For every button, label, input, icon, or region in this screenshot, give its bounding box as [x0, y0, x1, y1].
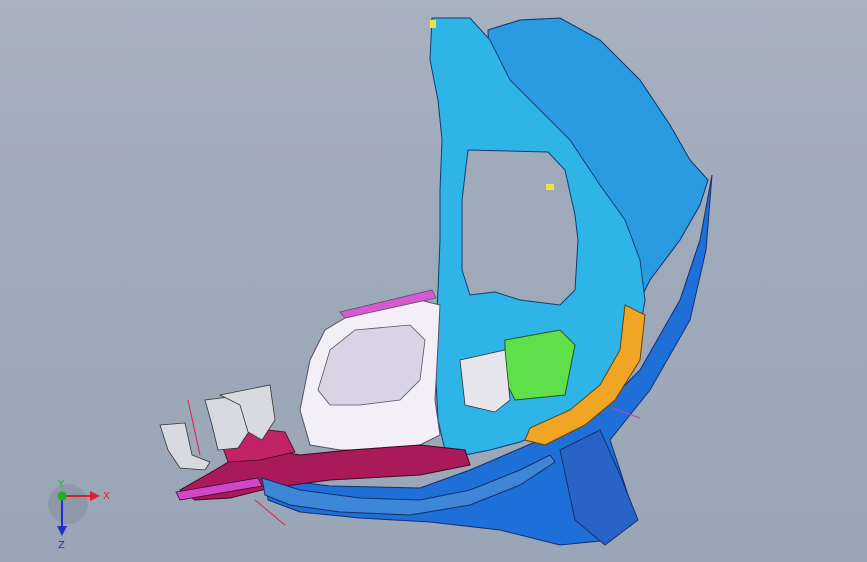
- green-part: [504, 329, 576, 401]
- x-axis-label: X: [103, 491, 110, 502]
- mechanism: [459, 349, 511, 413]
- y-axis-dot: [57, 491, 67, 501]
- 3d-viewport[interactable]: X Y Z: [0, 0, 867, 562]
- y-axis-label: Y: [57, 479, 65, 490]
- x-axis-arrow: [90, 491, 100, 501]
- axis-triad: X Y Z: [48, 479, 110, 550]
- marker-yellow-2: [546, 184, 554, 190]
- z-axis-label: Z: [58, 540, 65, 550]
- frame-window: [461, 149, 579, 306]
- triad-origin-shadow: [48, 484, 88, 524]
- marker-yellow-1: [430, 20, 436, 28]
- z-axis-arrow: [57, 526, 67, 536]
- bracket-left: [159, 422, 211, 471]
- cad-model[interactable]: [0, 0, 867, 562]
